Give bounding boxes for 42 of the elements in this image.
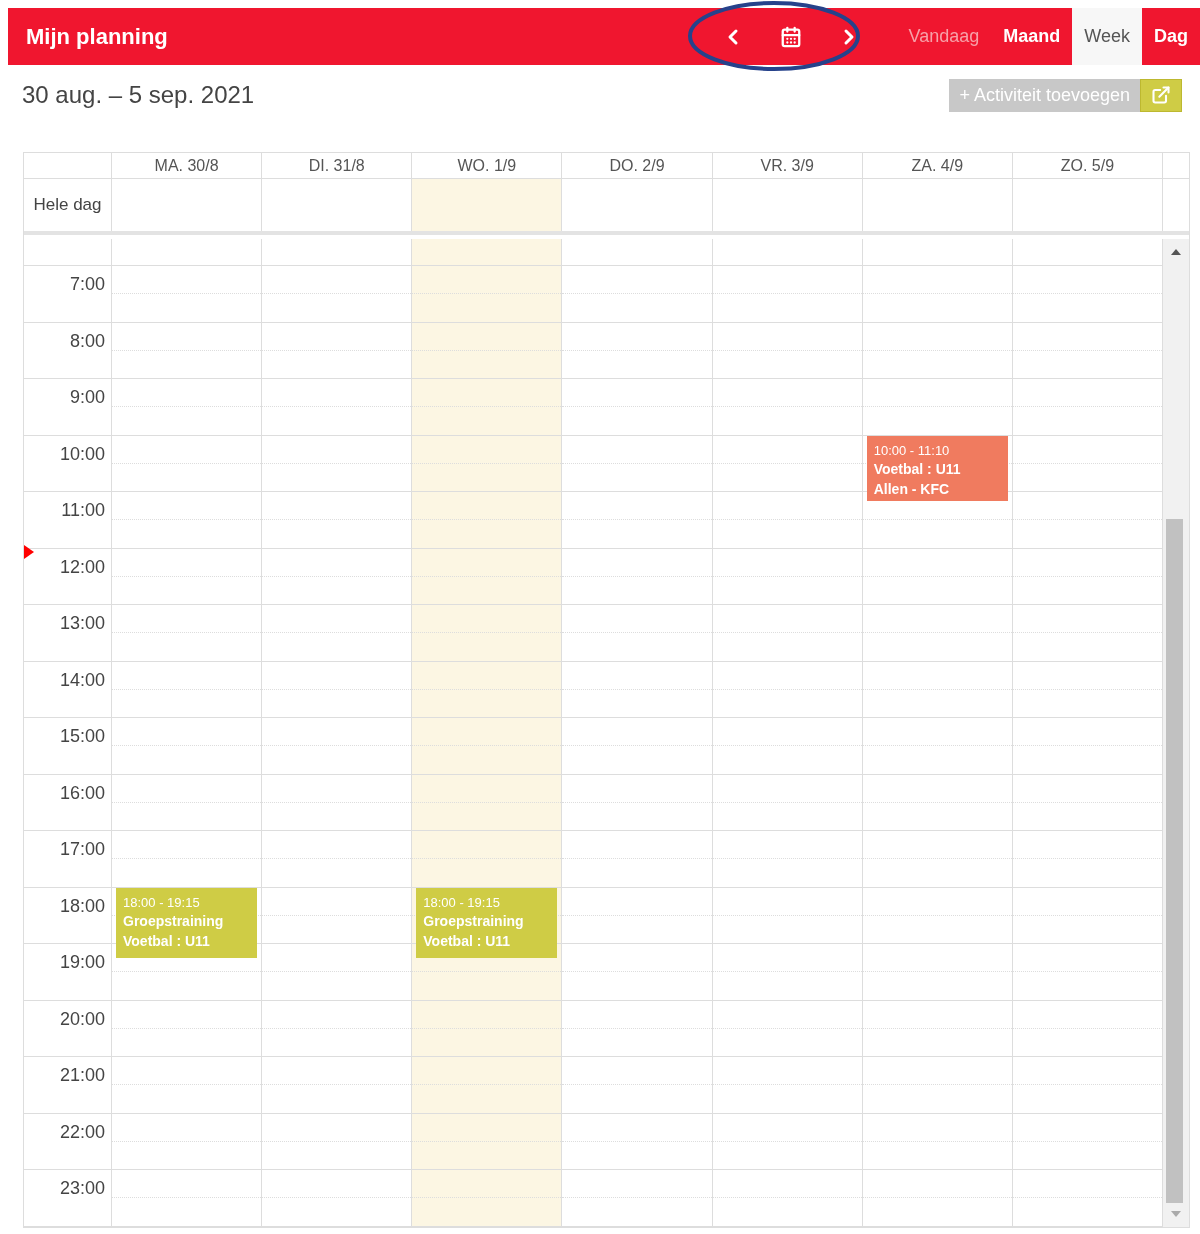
- event-text: Allen - KFC: [873, 479, 951, 499]
- event-text: Groepstraining: [123, 912, 225, 931]
- scrollbar[interactable]: [1163, 239, 1189, 1227]
- event-time: 10:00 - 11:10: [873, 441, 951, 460]
- event-time: 18:00 - 19:15: [123, 893, 201, 912]
- event-time: 18:00 - 19:15: [423, 893, 501, 912]
- hour-label: 10:00: [59, 442, 105, 466]
- hour-label: 16:00: [59, 781, 105, 805]
- event-text: Voetbal : U11: [423, 931, 512, 951]
- page-title: Mijn planning: [26, 23, 168, 51]
- view-tab[interactable]: Maand: [991, 8, 1073, 65]
- external-link-icon: [1151, 85, 1171, 105]
- hour-label: 9:00: [69, 386, 105, 409]
- event-block[interactable]: 18:00 - 19:15 Groepstraining Voetbal : U11: [416, 887, 558, 959]
- hour-label: 18:00: [59, 894, 105, 918]
- view-tab[interactable]: Week: [1072, 8, 1142, 65]
- hour-label: 13:00: [59, 612, 105, 635]
- event-block[interactable]: 18:00 - 19:15 Groepstraining Voetbal : U11: [116, 887, 258, 959]
- hour-label: 20:00: [59, 1007, 105, 1031]
- hour-label: 22:00: [59, 1120, 105, 1144]
- hour-label: 8:00: [69, 329, 105, 353]
- hour-label: 7:00: [69, 273, 105, 296]
- scroll-up-icon: [1171, 249, 1181, 255]
- hour-label: 21:00: [59, 1064, 105, 1087]
- current-time-icon: [24, 545, 34, 560]
- date-range: 30 aug. – 5 sep. 2021: [22, 80, 255, 110]
- event-block[interactable]: 10:00 - 11:10 Voetbal : U11 Allen - KFC: [866, 435, 1008, 502]
- scrollbar-thumb[interactable]: [1166, 519, 1183, 1203]
- view-tab[interactable]: Dag: [1142, 8, 1200, 65]
- hour-label: 19:00: [59, 951, 105, 974]
- hour-label: 17:00: [59, 838, 105, 861]
- event-text: Groepstraining: [423, 912, 525, 931]
- hour-label: 14:00: [59, 668, 105, 692]
- calendar-icon: [779, 25, 802, 48]
- hour-label: 15:00: [59, 725, 105, 748]
- scroll-down-icon: [1171, 1210, 1181, 1217]
- hour-label: 12:00: [59, 555, 105, 579]
- hour-label: 11:00: [61, 499, 105, 522]
- hour-label: 23:00: [59, 1177, 105, 1200]
- event-text: Voetbal : U11: [123, 931, 211, 951]
- all-day-label: Hele dag: [33, 194, 102, 217]
- event-text: Voetbal : U11: [873, 460, 962, 479]
